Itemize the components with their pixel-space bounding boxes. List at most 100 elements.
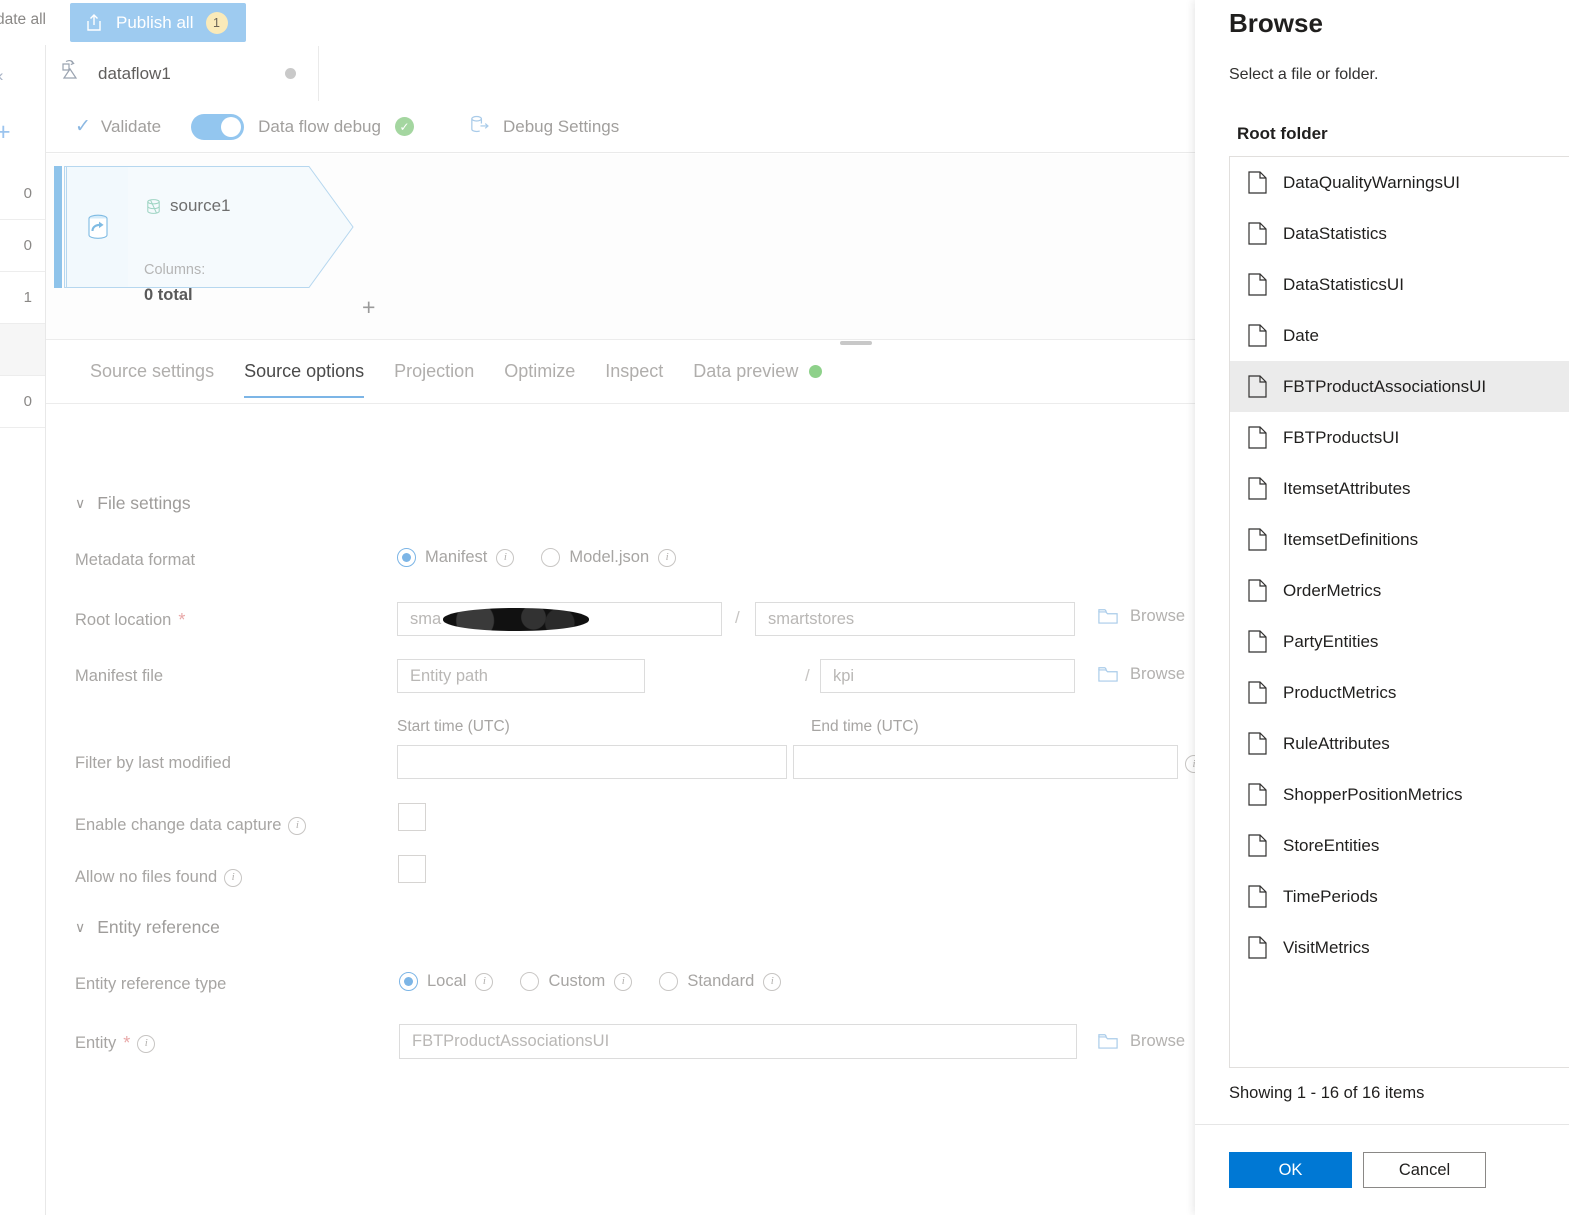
entity-reference-type-label: Entity reference type — [75, 975, 226, 994]
label-text: Entity reference type — [75, 975, 227, 993]
tab-inspect[interactable]: Inspect — [590, 347, 678, 398]
info-icon[interactable]: i — [614, 972, 633, 991]
info-icon[interactable]: i — [288, 816, 307, 835]
rail-row[interactable]: 0 — [0, 220, 45, 272]
info-icon[interactable]: i — [224, 868, 243, 887]
list-item[interactable]: ItemsetDefinitions — [1230, 514, 1569, 565]
rail-row[interactable]: 0 — [0, 376, 45, 428]
end-time-input[interactable] — [793, 745, 1178, 779]
node-accent-bar — [54, 166, 62, 288]
radio-option-standard[interactable]: Standard i — [659, 972, 782, 991]
data-flow-debug-toggle-group[interactable]: Data flow debug ✓ — [191, 113, 414, 140]
metadata-format-radio-group[interactable]: Manifest i Model.json i — [397, 548, 703, 567]
browse-label: Browse — [1130, 1032, 1186, 1050]
input-value: FBTProductAssociationsUI — [412, 1032, 610, 1050]
list-item[interactable]: ItemsetAttributes — [1230, 463, 1569, 514]
list-item[interactable]: TimePeriods — [1230, 871, 1569, 922]
list-item[interactable]: VisitMetrics — [1230, 922, 1569, 973]
debug-settings-button[interactable]: Debug Settings — [468, 113, 619, 141]
list-item[interactable]: Date — [1230, 310, 1569, 361]
info-icon[interactable]: i — [475, 972, 494, 991]
list-item[interactable]: RuleAttributes — [1230, 718, 1569, 769]
radio-option-manifest[interactable]: Manifest i — [397, 548, 515, 567]
list-item-label: RuleAttributes — [1283, 733, 1390, 753]
file-settings-section-header[interactable]: ∨ File settings — [75, 493, 191, 514]
tab-source-options[interactable]: Source options — [229, 347, 379, 398]
manifest-file-browse-button[interactable]: Browse — [1098, 665, 1185, 684]
list-item[interactable]: StoreEntities — [1230, 820, 1569, 871]
list-item-label: ItemsetAttributes — [1283, 478, 1411, 498]
list-item[interactable]: ProductMetrics — [1230, 667, 1569, 718]
list-item[interactable]: DataStatistics — [1230, 208, 1569, 259]
list-item-selected[interactable]: FBTProductAssociationsUI — [1230, 361, 1569, 412]
enable-change-data-capture-checkbox[interactable] — [398, 803, 426, 831]
start-time-input[interactable] — [397, 745, 787, 779]
list-item-label: DataStatisticsUI — [1283, 274, 1404, 294]
file-icon — [1248, 477, 1267, 500]
list-item-label: FBTProductsUI — [1283, 427, 1400, 447]
info-icon[interactable]: i — [658, 548, 677, 567]
ok-button[interactable]: OK — [1229, 1152, 1352, 1188]
tab-optimize[interactable]: Optimize — [489, 347, 590, 398]
node-title: source1 — [144, 196, 230, 216]
list-item[interactable]: OrderMetrics — [1230, 565, 1569, 616]
radio-option-local[interactable]: Local i — [399, 972, 494, 991]
tab-source-settings[interactable]: Source settings — [75, 347, 229, 398]
allow-no-files-found-checkbox[interactable] — [398, 855, 426, 883]
list-item[interactable]: ShopperPositionMetrics — [1230, 769, 1569, 820]
validate-button[interactable]: ✓ Validate — [75, 117, 161, 137]
validate-all-button[interactable]: date all — [0, 11, 46, 29]
root-location-folder-input[interactable]: smartstores — [755, 602, 1075, 636]
data-flow-debug-toggle[interactable] — [191, 113, 245, 140]
entity-reference-section-header[interactable]: ∨ Entity reference — [75, 917, 220, 938]
label-text: Metadata format — [75, 551, 196, 569]
manifest-file-input[interactable]: kpi — [820, 659, 1075, 693]
entity-input[interactable]: FBTProductAssociationsUI — [399, 1024, 1077, 1059]
cancel-button[interactable]: Cancel — [1363, 1152, 1486, 1188]
list-item[interactable]: PartyEntities — [1230, 616, 1569, 667]
left-rail: « + 0 0 1 0 — [0, 0, 46, 1215]
file-icon — [1248, 273, 1267, 296]
entity-browse-button[interactable]: Browse — [1098, 1032, 1185, 1051]
tab-label: Source settings — [90, 361, 215, 381]
source-node-source1[interactable]: source1 Columns: 0 total + — [54, 166, 375, 320]
node-source-icon-cell — [66, 166, 128, 288]
root-folder-list[interactable]: DataQualityWarningsUI DataStatistics Dat… — [1229, 156, 1569, 1068]
label-text: Root location — [75, 611, 172, 629]
tab-projection[interactable]: Projection — [379, 347, 489, 398]
toggle-knob — [221, 116, 242, 137]
root-location-container-input[interactable]: sma — [397, 602, 722, 636]
add-icon[interactable]: + — [0, 120, 20, 145]
root-folder-label: Root folder — [1237, 124, 1328, 143]
redaction-overlay — [443, 608, 589, 631]
rail-row[interactable]: 0 — [0, 168, 45, 220]
radio-label: Model.json — [569, 548, 650, 566]
tab-label: Projection — [394, 361, 475, 381]
info-icon[interactable]: i — [763, 972, 782, 991]
tab-label: Data preview — [693, 361, 799, 381]
file-icon — [1248, 528, 1267, 551]
list-item[interactable]: DataQualityWarningsUI — [1230, 157, 1569, 208]
root-location-browse-button[interactable]: Browse — [1098, 607, 1185, 626]
radio-option-custom[interactable]: Custom i — [520, 972, 633, 991]
required-asterisk: * — [178, 610, 186, 630]
manifest-entity-path-input[interactable]: Entity path — [397, 659, 645, 693]
publish-all-button[interactable]: Publish all 1 — [70, 3, 246, 42]
list-item[interactable]: DataStatisticsUI — [1230, 259, 1569, 310]
list-item[interactable]: FBTProductsUI — [1230, 412, 1569, 463]
file-icon — [1248, 681, 1267, 704]
showing-count-label: Showing 1 - 16 of 16 items — [1229, 1084, 1425, 1102]
tab-data-preview[interactable]: Data preview — [678, 347, 837, 398]
file-icon — [1248, 375, 1267, 398]
rail-row[interactable]: 1 — [0, 272, 45, 324]
file-icon — [1248, 171, 1267, 194]
rail-row[interactable] — [0, 324, 45, 376]
collapse-chevron-icon[interactable]: « — [0, 66, 18, 86]
entity-reference-type-radio-group[interactable]: Local i Custom i Standard i — [399, 972, 808, 991]
radio-option-modeljson[interactable]: Model.json i — [541, 548, 677, 567]
info-icon[interactable]: i — [496, 548, 515, 567]
panel-resize-handle[interactable] — [840, 341, 872, 345]
node-add-button[interactable]: + — [362, 294, 375, 321]
info-icon[interactable]: i — [137, 1034, 156, 1053]
tab-dataflow1[interactable]: dataflow1 — [45, 46, 319, 101]
